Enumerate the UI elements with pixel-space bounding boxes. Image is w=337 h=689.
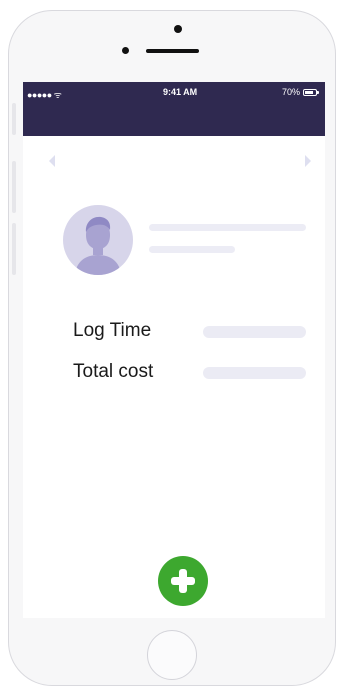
profile-name-placeholder <box>149 224 306 231</box>
person-silhouette-icon <box>75 216 121 275</box>
page: ●●●●● ᯤ 9:41 AM 70% Log Time Total cost <box>0 0 337 689</box>
phone-frame: ●●●●● ᯤ 9:41 AM 70% Log Time Total cost <box>8 10 336 686</box>
profile-detail-placeholder <box>149 246 235 253</box>
screen: ●●●●● ᯤ 9:41 AM 70% Log Time Total cost <box>23 82 325 618</box>
previous-arrow-icon[interactable] <box>49 155 55 167</box>
total-cost-label: Total cost <box>73 361 154 382</box>
status-bar: ●●●●● ᯤ 9:41 AM 70% <box>23 82 325 136</box>
volume-down-button <box>12 223 16 275</box>
avatar <box>63 205 133 275</box>
home-button[interactable] <box>147 630 197 680</box>
next-arrow-icon[interactable] <box>305 155 311 167</box>
status-time: 9:41 AM <box>163 87 198 97</box>
battery-indicator: 70% <box>281 87 319 97</box>
log-time-value-placeholder <box>203 326 306 338</box>
front-camera <box>174 25 182 33</box>
battery-percent: 70% <box>281 87 300 97</box>
volume-up-button <box>12 161 16 213</box>
earpiece-speaker <box>146 49 199 53</box>
total-cost-value-placeholder <box>203 367 306 379</box>
add-button[interactable] <box>158 556 208 606</box>
battery-icon <box>303 88 319 96</box>
proximity-sensor <box>122 47 129 54</box>
log-time-label: Log Time <box>73 320 152 341</box>
signal-indicator: ●●●●● ᯤ <box>27 90 62 100</box>
mute-switch <box>12 103 16 135</box>
